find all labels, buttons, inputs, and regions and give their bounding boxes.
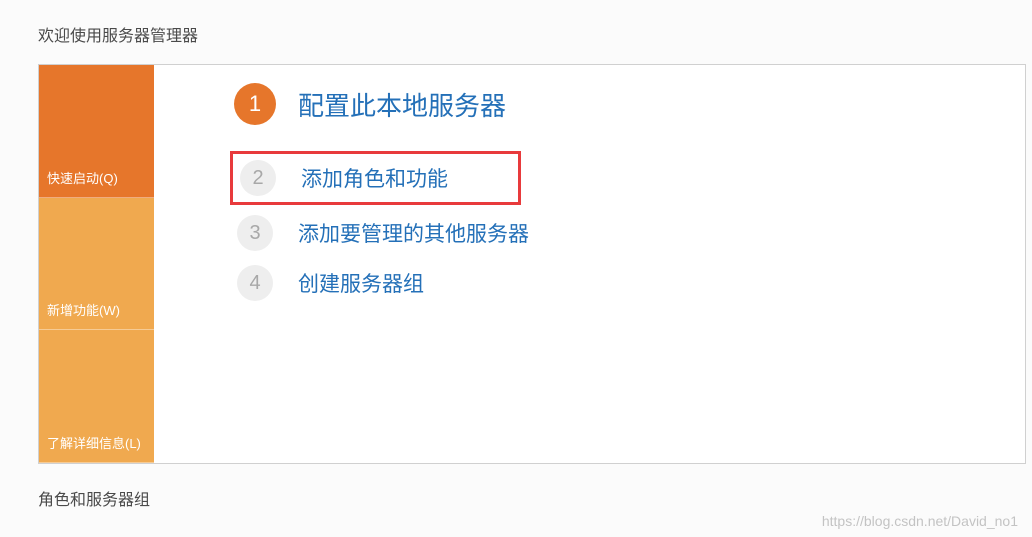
- tab-new-features-label: 新增功能(W): [47, 300, 120, 319]
- tab-learn-more-label: 了解详细信息(L): [47, 433, 141, 452]
- tab-quick-start-label: 快速启动(Q): [47, 168, 118, 187]
- tab-quick-start[interactable]: 快速启动(Q): [39, 65, 154, 198]
- step-row-1: 1 配置此本地服务器: [234, 83, 1025, 125]
- step-badge-3: 3: [237, 215, 273, 251]
- step-link-add-other-servers[interactable]: 添加要管理的其他服务器: [298, 218, 529, 248]
- step-link-configure-local-server[interactable]: 配置此本地服务器: [298, 86, 506, 123]
- step-badge-2: 2: [240, 160, 276, 196]
- side-tabs: 快速启动(Q) 新增功能(W) 了解详细信息(L): [39, 65, 154, 463]
- tab-learn-more[interactable]: 了解详细信息(L): [39, 330, 154, 463]
- step-row-4: 4 创建服务器组: [234, 265, 1025, 301]
- content-area: 1 配置此本地服务器 2 添加角色和功能 3 添加要管理的其他服务器 4 创建服…: [154, 65, 1025, 463]
- step-badge-4: 4: [237, 265, 273, 301]
- watermark: https://blog.csdn.net/David_no1: [822, 513, 1018, 529]
- step-link-create-server-group[interactable]: 创建服务器组: [298, 268, 424, 298]
- welcome-title: 欢迎使用服务器管理器: [0, 0, 1032, 64]
- step-row-2-highlighted: 2 添加角色和功能: [230, 151, 521, 205]
- step-row-3: 3 添加要管理的其他服务器: [234, 215, 1025, 251]
- section-title-roles-groups: 角色和服务器组: [0, 464, 1032, 514]
- step-link-add-roles-features[interactable]: 添加角色和功能: [301, 163, 448, 193]
- tab-new-features[interactable]: 新增功能(W): [39, 198, 154, 331]
- main-panel: 快速启动(Q) 新增功能(W) 了解详细信息(L) 1 配置此本地服务器 2 添…: [38, 64, 1026, 464]
- step-badge-1: 1: [234, 83, 276, 125]
